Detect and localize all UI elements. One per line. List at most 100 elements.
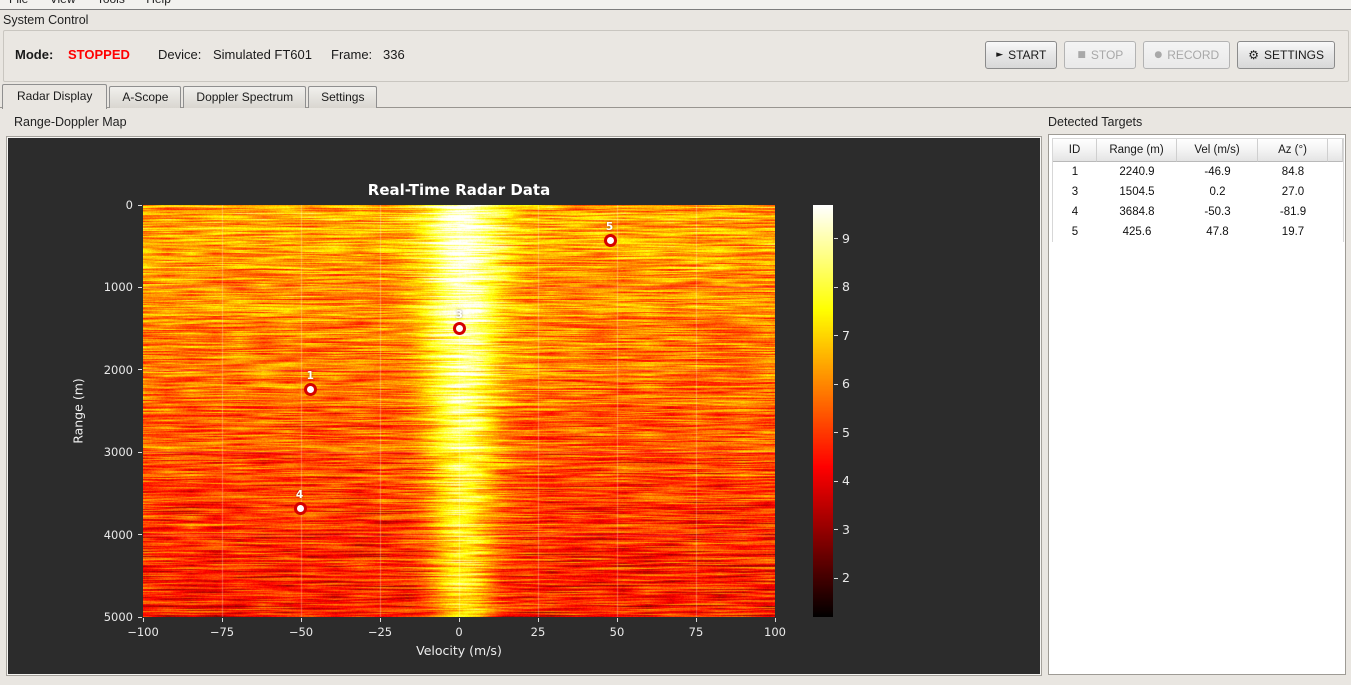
system-control-group-label: System Control [3, 13, 89, 27]
y-tick [138, 286, 142, 288]
table-cell: -50.3 [1177, 202, 1258, 222]
frame-value: 336 [383, 47, 405, 62]
x-tick [300, 618, 302, 622]
targets-table-header: ID Range (m) Vel (m/s) Az (°) [1053, 139, 1343, 162]
column-header-0[interactable]: ID [1053, 139, 1097, 162]
tab-bar: Radar Display A-Scope Doppler Spectrum S… [2, 84, 379, 109]
table-cell [1328, 202, 1343, 222]
record-button[interactable]: ● RECORD [1143, 41, 1231, 69]
x-tick-label: −75 [209, 625, 235, 639]
colorbar-tick [834, 480, 838, 482]
stop-icon: ■ [1077, 49, 1086, 60]
table-cell: 3 [1053, 182, 1097, 202]
tab-doppler-spectrum[interactable]: Doppler Spectrum [183, 86, 307, 108]
record-button-label: RECORD [1167, 48, 1220, 62]
colorbar-tick-label: 9 [842, 230, 850, 246]
column-header-3[interactable]: Az (°) [1258, 139, 1328, 162]
table-cell: 0.2 [1177, 182, 1258, 202]
tab-radar-display[interactable]: Radar Display [2, 84, 108, 109]
gear-icon: ⚙ [1248, 48, 1259, 62]
table-row[interactable]: 5 425.6 47.8 19.7 [1053, 222, 1343, 242]
menu-item-file[interactable]: File [0, 0, 37, 8]
x-tick [616, 618, 618, 622]
colorbar-tick-label: 2 [842, 570, 850, 586]
colorbar-tick-label: 4 [842, 473, 850, 489]
mode-label: Mode: [15, 47, 54, 62]
y-tick [138, 204, 142, 206]
table-cell: -46.9 [1177, 162, 1258, 182]
x-tick-label: 50 [609, 625, 625, 639]
y-tick-label: 1000 [103, 280, 133, 295]
target-marker: 5 [603, 221, 617, 247]
table-cell [1328, 222, 1343, 242]
play-icon: ► [996, 49, 1004, 60]
colorbar-tick-label: 7 [842, 327, 850, 343]
device-value: Simulated FT601 [213, 47, 312, 62]
y-tick [138, 616, 142, 618]
target-marker-label: 1 [306, 370, 314, 383]
table-row[interactable]: 4 3684.8 -50.3 -81.9 [1053, 202, 1343, 222]
colorbar-tick [834, 335, 838, 337]
colorbar-tick [834, 529, 838, 531]
table-row[interactable]: 1 2240.9 -46.9 84.8 [1053, 162, 1343, 182]
menu-item-help[interactable]: Help [137, 0, 180, 8]
detected-targets-panel: ID Range (m) Vel (m/s) Az (°) 1 2240.9 -46.9 8… [1048, 134, 1346, 675]
target-marker: 4 [293, 489, 307, 516]
frame-label: Frame: [331, 47, 373, 62]
table-cell: 47.8 [1177, 222, 1258, 242]
targets-table: ID Range (m) Vel (m/s) Az (°) 1 2240.9 -46.9 8… [1052, 138, 1344, 242]
colorbar-tick-label: 3 [842, 521, 850, 537]
record-icon: ● [1154, 49, 1163, 60]
y-tick [138, 369, 142, 371]
start-button[interactable]: ► START [985, 41, 1058, 69]
table-cell [1328, 182, 1343, 202]
x-tick-label: 0 [455, 625, 463, 639]
table-cell: 425.6 [1097, 222, 1177, 242]
x-tick [537, 618, 539, 622]
column-header-1[interactable]: Range (m) [1097, 139, 1177, 162]
x-tick [379, 618, 381, 622]
tab-settings[interactable]: Settings [308, 86, 378, 108]
target-marker-label: 3 [455, 309, 463, 322]
colorbar-tick [834, 383, 838, 385]
start-button-label: START [1008, 48, 1047, 62]
table-cell: 1504.5 [1097, 182, 1177, 202]
tab-a-scope[interactable]: A-Scope [109, 86, 182, 108]
menu-item-tools[interactable]: Tools [88, 0, 134, 8]
settings-button[interactable]: ⚙ SETTINGS [1237, 41, 1335, 69]
x-tick [221, 618, 223, 622]
stop-button-label: STOP [1090, 48, 1124, 62]
colorbar-tick [834, 286, 838, 288]
x-tick [458, 618, 460, 622]
table-cell: 3684.8 [1097, 202, 1177, 222]
y-tick-label: 3000 [103, 445, 133, 460]
y-tick [138, 534, 142, 536]
colorbar-tick [834, 238, 838, 240]
colorbar-tick [834, 577, 838, 579]
table-cell: 19.7 [1258, 222, 1328, 242]
y-tick-label: 2000 [103, 362, 133, 377]
y-axis-label: Range (m) [70, 378, 86, 444]
target-marker-label: 4 [295, 489, 304, 502]
colorbar-tick-label: 6 [842, 376, 850, 392]
menu-item-view[interactable]: View [41, 0, 85, 8]
device-label: Device: [158, 47, 202, 62]
table-cell: 5 [1053, 222, 1097, 242]
colorbar [813, 205, 833, 617]
table-cell: 1 [1053, 162, 1097, 182]
x-tick-label: 25 [530, 625, 546, 639]
table-row[interactable]: 3 1504.5 0.2 27.0 [1053, 182, 1343, 202]
colorbar-tick [834, 432, 838, 434]
colorbar-tick-label: 5 [842, 424, 850, 440]
menu-bar: File View Tools Help [0, 0, 1351, 10]
table-cell: 2240.9 [1097, 162, 1177, 182]
x-tick-label: −25 [367, 625, 393, 639]
stop-button[interactable]: ■ STOP [1064, 41, 1137, 69]
y-tick-label: 5000 [103, 610, 133, 624]
range-doppler-map-group-label: Range-Doppler Map [14, 115, 127, 129]
x-tick [695, 618, 697, 622]
x-tick [774, 618, 776, 622]
column-header-2[interactable]: Vel (m/s) [1177, 139, 1258, 162]
x-tick-label: 100 [764, 625, 786, 639]
colorbar-tick-label: 8 [842, 279, 850, 295]
